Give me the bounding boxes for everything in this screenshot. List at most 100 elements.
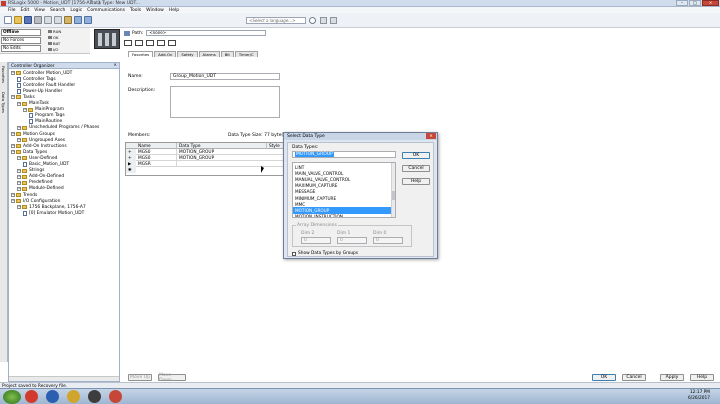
scrollbar-thumb[interactable] xyxy=(392,191,395,200)
tab-favorites[interactable]: Favorites xyxy=(128,51,154,57)
tree-item[interactable]: − Strings xyxy=(9,168,44,174)
group-checkbox[interactable] xyxy=(292,251,296,256)
minimize-button[interactable]: – xyxy=(676,0,688,6)
mode-status[interactable]: Offline xyxy=(1,29,41,36)
tree-item[interactable]: − Motion Groups xyxy=(9,131,55,137)
tab-add-on[interactable]: Add-On xyxy=(154,51,177,57)
print-icon[interactable] xyxy=(34,16,42,24)
close-button[interactable]: ✕ xyxy=(702,0,719,6)
expand-icon[interactable]: − xyxy=(23,107,27,112)
data-type-list[interactable]: LINT MAIN_VALVE_CONTROL MANUAL_VALVE_CONTR… xyxy=(292,162,396,218)
taskbar-app-icon[interactable] xyxy=(88,390,101,403)
dim0-input[interactable]: 0 xyxy=(373,237,403,244)
new-row-icon[interactable]: ✱ xyxy=(126,167,136,173)
expand-icon[interactable]: − xyxy=(17,186,21,191)
expand-icon[interactable]: − xyxy=(11,193,15,197)
name-input[interactable]: Group_Motion_UDT xyxy=(170,73,280,80)
taskbar-app-icon[interactable] xyxy=(46,390,59,403)
undo-icon[interactable] xyxy=(74,16,82,24)
tree-item[interactable]: − Unscheduled Programs / Phases xyxy=(9,125,99,131)
redo-icon[interactable] xyxy=(84,16,92,24)
taskbar-app-icon[interactable] xyxy=(67,390,80,403)
menu-view[interactable]: View xyxy=(34,8,45,13)
menu-search[interactable]: Search xyxy=(50,8,65,13)
move-up-button[interactable]: Move Up xyxy=(128,374,152,381)
menu-file[interactable]: File xyxy=(8,8,16,13)
ote-icon[interactable] xyxy=(168,40,176,46)
tree-item[interactable]: Basic_Motion_UDT xyxy=(9,162,69,168)
expand-icon[interactable]: − xyxy=(17,168,21,173)
dim1-input[interactable]: 0 xyxy=(337,237,367,244)
search-icon[interactable] xyxy=(309,17,316,24)
zoom-out-icon[interactable] xyxy=(330,17,337,24)
organizer-scrollbar[interactable] xyxy=(9,376,119,381)
list-scrollbar[interactable] xyxy=(391,163,395,217)
rung-icon[interactable] xyxy=(124,40,132,46)
dialog-cancel-button[interactable]: Cancel xyxy=(402,165,430,172)
expand-icon[interactable]: − xyxy=(11,95,15,100)
tree-item[interactable]: MainRoutine xyxy=(9,119,62,125)
tree-item[interactable]: − MainProgram xyxy=(9,107,64,113)
tree-item[interactable]: − Ungrouped Axes xyxy=(9,137,65,143)
tree-item[interactable]: − 1756 Backplane, 1756-A7 xyxy=(9,204,86,210)
taskbar-app-icon[interactable] xyxy=(109,390,122,403)
dialog-close-icon[interactable]: ✕ xyxy=(426,133,436,139)
tab-alarms[interactable]: Alarms xyxy=(198,51,220,57)
edits-status[interactable]: No Edits xyxy=(1,45,41,52)
description-input[interactable] xyxy=(170,86,280,118)
zoom-in-icon[interactable] xyxy=(320,17,327,24)
expand-icon[interactable]: − xyxy=(11,144,15,149)
tree-item[interactable]: − Module-Defined xyxy=(9,186,64,192)
menu-logic[interactable]: Logic xyxy=(70,8,82,13)
tree-item[interactable]: − Tasks xyxy=(9,94,35,100)
expand-icon[interactable]: − xyxy=(17,138,21,143)
new-file-icon[interactable] xyxy=(4,16,12,24)
menu-edit[interactable]: Edit xyxy=(21,8,30,13)
clock-date[interactable]: 6/26/2017 xyxy=(688,396,710,401)
tree-item[interactable]: [0] Emulator Motion_UDT xyxy=(9,210,84,216)
move-down-button[interactable]: Move Down xyxy=(158,373,186,383)
data-type-input[interactable]: MOTION_GROUP xyxy=(292,151,396,158)
apply-button[interactable]: Apply xyxy=(660,374,684,381)
xic-icon[interactable] xyxy=(146,40,154,46)
expand-icon[interactable]: − xyxy=(17,156,21,161)
close-icon[interactable]: × xyxy=(113,63,117,68)
start-button[interactable] xyxy=(3,389,21,404)
branch-icon[interactable] xyxy=(135,40,143,46)
expand-icon[interactable]: − xyxy=(11,199,15,204)
tree-item[interactable]: − Data Types xyxy=(9,149,47,155)
menu-window[interactable]: Window xyxy=(146,8,164,13)
tree-item[interactable]: Controller Tags xyxy=(9,76,56,82)
expand-icon[interactable]: − xyxy=(17,101,21,106)
tree-item[interactable]: − Add-On Instructions xyxy=(9,143,67,149)
tree-item[interactable]: − User-Defined xyxy=(9,155,57,161)
cancel-button[interactable]: Cancel xyxy=(622,374,646,381)
tab-timer[interactable]: Timer/C xyxy=(234,51,258,57)
xio-icon[interactable] xyxy=(157,40,165,46)
tree-item[interactable]: − I/O Configuration xyxy=(9,198,60,204)
forces-status[interactable]: No Forces xyxy=(1,37,41,44)
dialog-help-button[interactable]: Help xyxy=(402,178,430,185)
tab-safety[interactable]: Safety xyxy=(177,51,198,57)
tree-item[interactable]: − Trends xyxy=(9,192,37,198)
taskbar-app-icon[interactable] xyxy=(25,390,38,403)
tree-item[interactable]: Program Tags xyxy=(9,113,65,119)
tree-item[interactable]: − Add-On-Defined xyxy=(9,174,64,180)
expand-icon[interactable]: − xyxy=(11,132,15,136)
side-tab-favorites[interactable]: Favorites xyxy=(1,66,6,83)
open-folder-icon[interactable] xyxy=(14,16,22,24)
side-tab-data-types[interactable]: Data Types xyxy=(1,92,6,113)
maximize-button[interactable]: □ xyxy=(689,0,701,6)
list-item[interactable]: MOTION_INSTRUCTION xyxy=(293,214,391,217)
expand-icon[interactable]: − xyxy=(11,71,15,75)
dialog-ok-button[interactable]: OK xyxy=(402,152,430,159)
tab-bit[interactable]: Bit xyxy=(220,51,234,57)
expand-icon[interactable]: − xyxy=(17,174,21,179)
ok-button[interactable]: OK xyxy=(592,374,616,381)
table-row[interactable]: ✱ xyxy=(126,167,304,173)
group-checkbox-row[interactable]: Show Data Types by Groups xyxy=(292,251,358,256)
path-field[interactable]: <none> xyxy=(146,30,267,36)
copy-icon[interactable] xyxy=(54,16,62,24)
tree-item[interactable]: Power-Up Handler xyxy=(9,88,62,94)
menu-communications[interactable]: Communications xyxy=(87,8,125,13)
